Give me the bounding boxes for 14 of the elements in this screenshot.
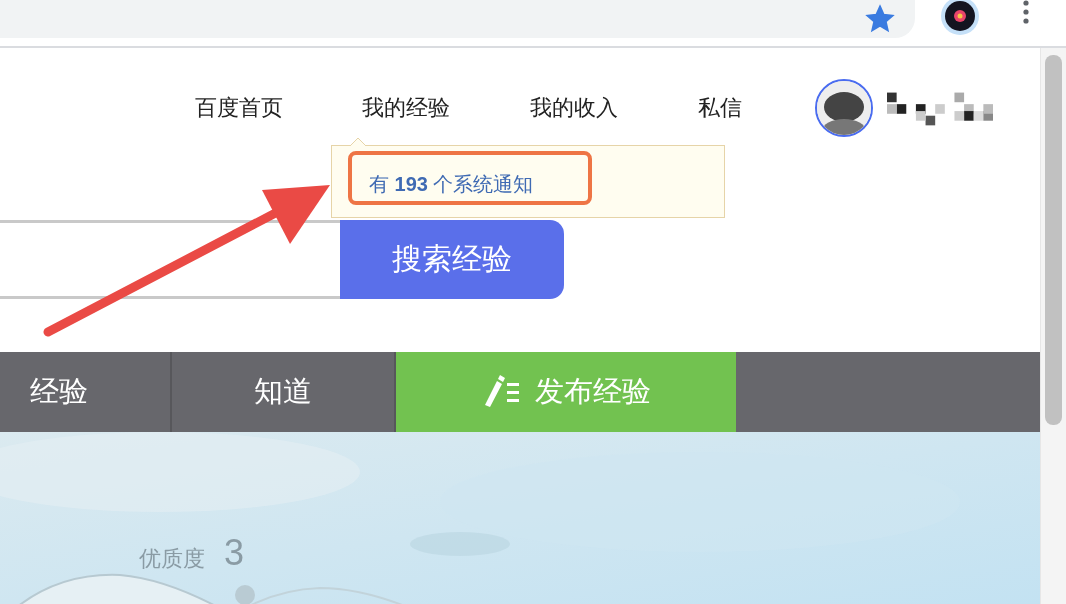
search-field[interactable] xyxy=(0,220,340,299)
vinyl-record-icon[interactable] xyxy=(940,0,980,36)
scrollbar-thumb[interactable] xyxy=(1045,55,1062,425)
banner-score: 3 xyxy=(224,532,245,574)
notification-link[interactable]: 有 193 个系统通知 xyxy=(369,171,534,198)
bookmark-star-icon[interactable] xyxy=(865,4,895,34)
nav-link[interactable]: 我的收入 xyxy=(530,93,698,123)
avatar[interactable] xyxy=(815,79,873,137)
menu-icon[interactable] xyxy=(1022,0,1030,24)
nav-link[interactable]: 私信 xyxy=(698,93,815,123)
nav-link[interactable]: 百度首页 xyxy=(195,93,362,123)
banner-caption: 优质度 xyxy=(139,545,205,573)
search-button[interactable]: 搜索经验 xyxy=(340,220,564,299)
nav-link[interactable]: 我的经验 xyxy=(362,93,530,123)
